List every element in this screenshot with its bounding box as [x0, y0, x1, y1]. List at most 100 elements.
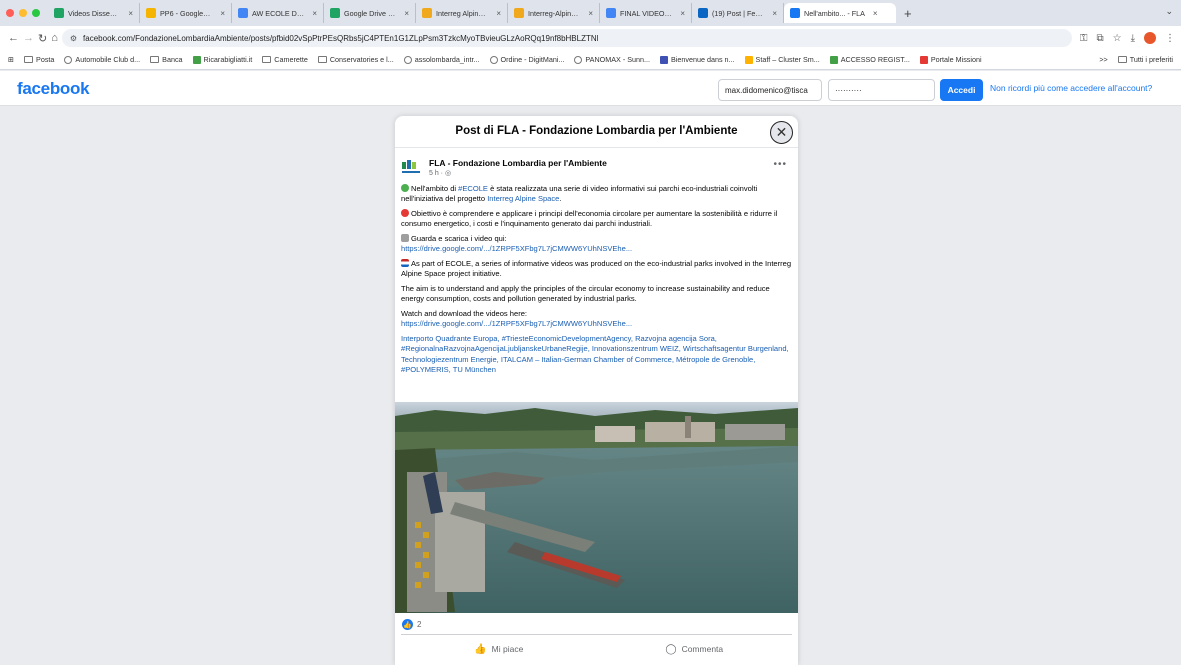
install-icon[interactable]: ⧉	[1097, 33, 1104, 44]
email-input[interactable]: max.didomenico@tisca	[718, 79, 822, 101]
drive-link[interactable]: https://drive.google.com/.../1ZRPF5XFbg7…	[401, 244, 632, 253]
browser-tab-bar: Videos Dissemination -×PP6 - Google Driv…	[0, 0, 1181, 26]
reaction-summary[interactable]: 👍 2	[402, 619, 421, 630]
tab-favicon-icon	[514, 8, 524, 18]
browser-tab[interactable]: PP6 - Google Drive ×	[140, 3, 232, 23]
mention-link[interactable]: Interreg Alpine Space	[487, 194, 559, 203]
browser-tab[interactable]: Interreg-Alpine-Space- ×	[508, 3, 600, 23]
tab-favicon-icon	[698, 8, 708, 18]
close-tab-icon[interactable]: ×	[873, 9, 878, 18]
browser-tab[interactable]: FINAL VIDEOS - Googl ×	[600, 3, 692, 23]
comment-icon: ◯	[665, 643, 677, 655]
film-icon	[401, 234, 409, 242]
browser-tab[interactable]: Videos Dissemination - ×	[48, 3, 140, 23]
new-tab-button[interactable]: +	[904, 6, 912, 21]
folder-icon	[317, 56, 327, 63]
divider	[401, 634, 792, 635]
tab-search-icon[interactable]: ⌄	[1165, 6, 1173, 17]
forward-icon[interactable]: →	[23, 32, 34, 44]
browser-tab[interactable]: (19) Post | Feed | Linked ×	[692, 3, 784, 23]
login-button[interactable]: Accedi	[940, 79, 983, 101]
address-bar[interactable]: ⚙ facebook.com/FondazioneLombardiaAmbien…	[61, 29, 1072, 47]
bookmark-item[interactable]: Ricarabigliatti.it	[192, 55, 252, 64]
browser-tab[interactable]: Nell'ambito... - FLA ×	[784, 3, 896, 23]
bookmark-item[interactable]: Automobile Club d...	[64, 55, 140, 64]
bookmark-item[interactable]: Ordine - DigitMani...	[489, 55, 564, 64]
home-icon[interactable]: ⌂	[51, 32, 58, 44]
tab-title: (19) Post | Feed | Linked	[712, 8, 764, 18]
facebook-header: facebook max.didomenico@tisca ··········…	[0, 71, 1181, 106]
bookmark-item[interactable]: ACCESSO REGIST...	[829, 55, 910, 64]
reaction-count: 2	[417, 620, 422, 629]
close-dialog-button[interactable]: ✕	[770, 121, 793, 144]
tab-favicon-icon	[790, 8, 800, 18]
maximize-window-button[interactable]	[32, 9, 40, 17]
bookmark-item[interactable]: Conservatories e l...	[317, 55, 394, 64]
close-tab-icon[interactable]: ×	[496, 9, 501, 18]
folder-icon	[1117, 56, 1127, 63]
bookmark-star-icon[interactable]: ☆	[1113, 33, 1122, 44]
bookmark-item[interactable]: Banca	[150, 55, 183, 64]
site-favicon-icon	[829, 55, 838, 64]
post-timestamp[interactable]: 5 h · ◎	[429, 169, 451, 177]
bookmark-item[interactable]: Bienvenue dans n...	[660, 55, 735, 64]
port-aerial-photo	[395, 402, 798, 613]
close-tab-icon[interactable]: ×	[220, 9, 225, 18]
tab-title: Interreg Alpine Space E	[436, 8, 488, 18]
drive-link[interactable]: https://drive.google.com/.../1ZRPF5XFbg7…	[401, 319, 632, 328]
dialog-header: Post di FLA - Fondazione Lombardia per l…	[395, 116, 798, 148]
bookmark-item[interactable]: Portale Missioni	[919, 55, 982, 64]
all-bookmarks-button[interactable]: Tutti i preferiti	[1117, 55, 1173, 64]
bookmark-item[interactable]: Camerette	[262, 55, 308, 64]
uk-flag-icon	[401, 259, 409, 267]
profile-avatar[interactable]	[1144, 32, 1157, 44]
site-info-icon[interactable]: ⚙	[70, 34, 77, 43]
forgot-account-link[interactable]: Non ricordi più come accedere all'accoun…	[990, 83, 1152, 93]
bookmark-item[interactable]: Posta	[24, 55, 54, 64]
reload-icon[interactable]: ↻	[38, 32, 47, 45]
menu-icon[interactable]: ⋮	[1165, 33, 1175, 44]
browser-tab[interactable]: AW ECOLE D224 Guide ×	[232, 3, 324, 23]
dialog-title: Post di FLA - Fondazione Lombardia per l…	[455, 125, 738, 137]
close-tab-icon[interactable]: ×	[680, 9, 685, 18]
page-avatar[interactable]	[401, 158, 423, 176]
tab-title: Interreg-Alpine-Space-	[528, 8, 580, 18]
browser-tab[interactable]: Google Drive - Avviso d ×	[324, 3, 416, 23]
bookmark-item[interactable]: PANOMAX - Sunn...	[574, 55, 650, 64]
post-actions: 👍 Mi piace ◯ Commenta	[401, 638, 792, 660]
facebook-logo[interactable]: facebook	[17, 79, 90, 99]
post-text: Nell'ambito di #ECOLE è stata realizzata…	[401, 184, 794, 380]
apps-icon[interactable]: ⊞	[8, 55, 14, 64]
globe-icon	[574, 55, 583, 64]
password-key-icon[interactable]: ⚿	[1080, 33, 1088, 44]
recycle-icon	[401, 184, 409, 192]
close-tab-icon[interactable]: ×	[772, 9, 777, 18]
close-tab-icon[interactable]: ×	[312, 9, 317, 18]
minimize-window-button[interactable]	[19, 9, 27, 17]
more-bookmarks-button[interactable]: >>	[1099, 55, 1107, 64]
tab-title: Nell'ambito... - FLA	[804, 8, 865, 18]
close-window-button[interactable]	[6, 9, 14, 17]
bookmark-item[interactable]: assolombarda_intr...	[403, 55, 480, 64]
comment-button[interactable]: ◯ Commenta	[597, 638, 793, 660]
browser-tab[interactable]: Interreg Alpine Space E ×	[416, 3, 508, 23]
bookmark-item[interactable]: Staff – Cluster Sm...	[744, 55, 820, 64]
post-photo[interactable]	[395, 402, 798, 613]
page-name-link[interactable]: FLA - Fondazione Lombardia per l'Ambient…	[429, 158, 607, 168]
tags-links[interactable]: Interporto Quadrante Europa, #TriesteEco…	[401, 334, 789, 374]
back-icon[interactable]: ←	[8, 32, 19, 44]
hashtag-link[interactable]: #ECOLE	[458, 184, 488, 193]
download-icon[interactable]: ⤓	[1131, 33, 1135, 44]
like-reaction-icon: 👍	[402, 619, 413, 630]
more-options-icon[interactable]: •••	[773, 159, 787, 170]
close-tab-icon[interactable]: ×	[404, 9, 409, 18]
post-header: FLA - Fondazione Lombardia per l'Ambient…	[401, 156, 791, 180]
folder-icon	[262, 56, 272, 63]
site-favicon-icon	[192, 55, 201, 64]
close-tab-icon[interactable]: ×	[588, 9, 593, 18]
globe-icon: ◎	[444, 170, 452, 177]
like-button[interactable]: 👍 Mi piace	[401, 638, 597, 660]
password-input[interactable]: ··········	[828, 79, 935, 101]
site-favicon-icon	[919, 55, 928, 64]
close-tab-icon[interactable]: ×	[128, 9, 133, 18]
